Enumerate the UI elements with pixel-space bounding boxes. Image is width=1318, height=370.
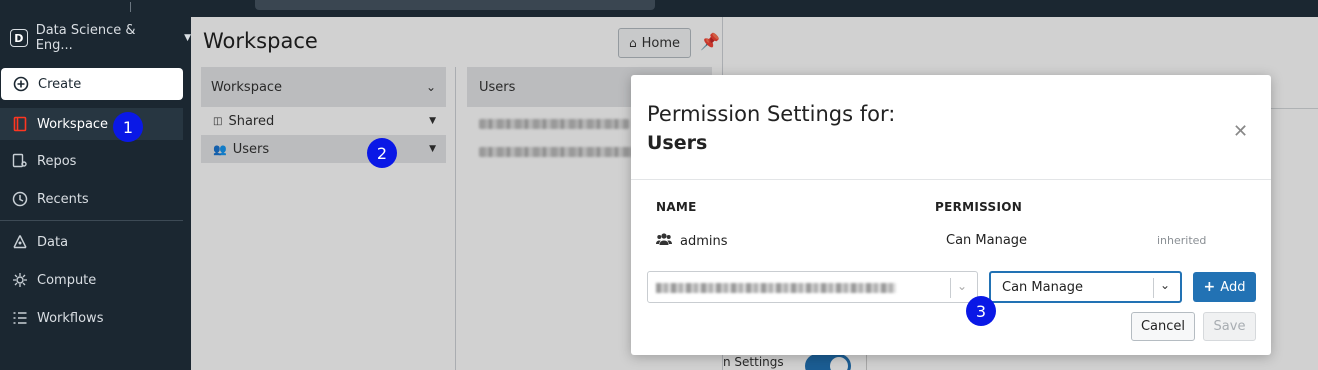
clock-icon [12, 191, 28, 207]
top-bar [0, 0, 1318, 17]
repos-icon [12, 153, 28, 169]
select-separator [950, 278, 951, 298]
chevron-down-icon[interactable]: ⌄ [1160, 278, 1170, 292]
group-name: admins [680, 233, 728, 249]
sidebar-item-repos[interactable]: Repos [0, 145, 183, 177]
step-badge-1: 1 [113, 112, 143, 142]
caret-down-icon: ▼ [184, 33, 191, 43]
user-group-select[interactable]: ⌄ [647, 271, 978, 303]
workflows-icon [12, 310, 28, 326]
sidebar-divider [0, 220, 183, 221]
data-icon [12, 234, 28, 250]
dialog-divider [631, 179, 1271, 180]
column-header-permission: PERMISSION [935, 200, 1023, 214]
workspace-switcher-label: Data Science & Eng... [35, 23, 136, 53]
column-header-name: NAME [656, 200, 697, 214]
permission-settings-dialog: Permission Settings for: Users ✕ NAME PE… [631, 75, 1271, 355]
chevron-down-icon[interactable]: ⌄ [957, 279, 967, 293]
sidebar: D Data Science & Eng... ▼ Create Workspa… [0, 17, 191, 370]
close-icon[interactable]: ✕ [1233, 121, 1248, 142]
permission-level: Can Manage [946, 233, 1028, 248]
permission-row-name: admins [656, 232, 728, 250]
dialog-subject: Users [647, 132, 708, 154]
sidebar-item-workspace[interactable]: Workspace [0, 108, 183, 140]
sidebar-item-label: Compute [37, 272, 97, 288]
sidebar-item-label: Workflows [37, 310, 104, 326]
sidebar-item-compute[interactable]: Compute [0, 264, 183, 296]
sidebar-item-data[interactable]: Data [0, 226, 183, 258]
select-separator [1153, 278, 1154, 298]
sidebar-item-label: Repos [37, 153, 77, 169]
top-bar-divider [130, 2, 131, 12]
inherited-label: inherited [1157, 234, 1207, 247]
cancel-button[interactable]: Cancel [1131, 312, 1195, 341]
sidebar-item-label: Data [37, 234, 69, 250]
sidebar-item-label: Workspace [37, 116, 109, 132]
compute-icon [12, 272, 28, 288]
plus-circle-icon [13, 76, 29, 92]
add-button-label: Add [1220, 279, 1246, 295]
add-button[interactable]: + Add [1193, 272, 1256, 302]
permission-select[interactable]: Can Manage ⌄ [989, 271, 1182, 303]
redacted-user-value [656, 283, 896, 293]
sidebar-item-create[interactable]: Create [1, 68, 183, 100]
sidebar-item-label: Recents [37, 191, 89, 207]
step-badge-2: 2 [367, 138, 397, 168]
global-search-bar[interactable] [255, 0, 655, 10]
plus-icon: + [1203, 279, 1216, 295]
workspace-icon [12, 116, 28, 132]
workspace-logo-icon: D [10, 29, 28, 47]
sidebar-item-workflows[interactable]: Workflows [0, 302, 183, 334]
dialog-title: Permission Settings for: [647, 102, 896, 126]
permission-select-value: Can Manage [1002, 280, 1084, 295]
step-badge-3: 3 [966, 296, 996, 326]
save-button[interactable]: Save [1203, 312, 1256, 341]
group-icon [656, 232, 672, 250]
sidebar-item-recents[interactable]: Recents [0, 183, 183, 215]
sidebar-item-label: Create [38, 76, 82, 92]
workspace-switcher[interactable]: D Data Science & Eng... ▼ [10, 23, 191, 53]
